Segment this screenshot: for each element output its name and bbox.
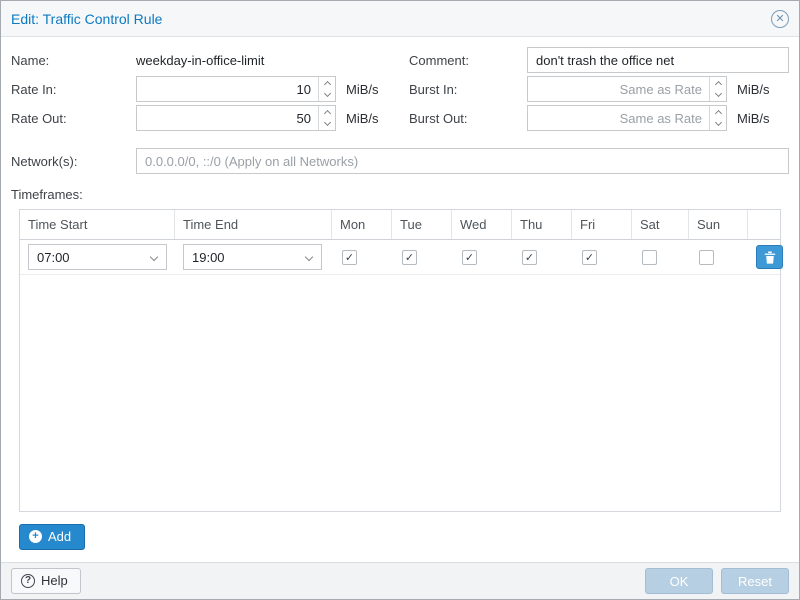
spinner-up-icon[interactable] — [319, 106, 335, 118]
thu-checkbox[interactable] — [522, 250, 537, 265]
sun-checkbox[interactable] — [699, 250, 714, 265]
reset-button[interactable]: Reset — [721, 568, 789, 594]
add-button[interactable]: + Add — [19, 524, 85, 550]
header-thu[interactable]: Thu — [512, 210, 572, 239]
name-value: weekday-in-office-limit — [136, 53, 336, 68]
trash-icon — [764, 251, 776, 264]
time-end-value: 19:00 — [192, 250, 225, 265]
time-end-select[interactable]: 19:00 — [183, 244, 322, 270]
burst-in-label: Burst In: — [399, 82, 527, 97]
name-label: Name: — [11, 53, 136, 68]
spinner-up-icon[interactable] — [710, 77, 726, 89]
header-fri[interactable]: Fri — [572, 210, 632, 239]
spinner-down-icon[interactable] — [319, 89, 335, 101]
plus-icon: + — [29, 530, 42, 543]
question-icon: ? — [21, 574, 35, 588]
fri-cell — [572, 246, 632, 269]
networks-label: Network(s): — [11, 154, 136, 169]
rate-out-spinner — [318, 106, 335, 130]
rate-out-unit: MiB/s — [336, 111, 399, 126]
sun-cell — [689, 246, 748, 269]
add-button-label: Add — [48, 529, 71, 544]
rate-out-field — [136, 105, 336, 131]
header-sun[interactable]: Sun — [689, 210, 748, 239]
spinner-up-icon[interactable] — [319, 77, 335, 89]
fri-checkbox[interactable] — [582, 250, 597, 265]
timeframes-table: Time Start Time End Mon Tue Wed Thu Fri … — [19, 209, 781, 512]
burst-out-group: MiB/s — [527, 105, 789, 131]
ok-button[interactable]: OK — [645, 568, 713, 594]
chevron-down-icon — [150, 253, 158, 261]
dialog-title: Edit: Traffic Control Rule — [11, 11, 162, 27]
help-button[interactable]: ? Help — [11, 568, 81, 594]
rate-out-label: Rate Out: — [11, 111, 136, 126]
sat-checkbox[interactable] — [642, 250, 657, 265]
spinner-up-icon[interactable] — [710, 106, 726, 118]
spinner-down-icon[interactable] — [319, 118, 335, 130]
header-time-end[interactable]: Time End — [175, 210, 332, 239]
networks-input[interactable] — [136, 148, 789, 174]
form-row-networks: Network(s): — [11, 148, 789, 174]
form-row-rate-in: Rate In: MiB/s Burst In: MiB/s — [11, 76, 789, 102]
burst-in-group: MiB/s — [527, 76, 789, 102]
header-sat[interactable]: Sat — [632, 210, 689, 239]
wed-cell — [452, 246, 512, 269]
delete-row-button[interactable] — [756, 245, 783, 269]
tue-checkbox[interactable] — [402, 250, 417, 265]
rate-in-label: Rate In: — [11, 82, 136, 97]
burst-in-field — [527, 76, 727, 102]
dialog-header: Edit: Traffic Control Rule ✕ — [1, 1, 799, 37]
rate-in-unit: MiB/s — [336, 82, 399, 97]
rate-in-input[interactable] — [136, 76, 336, 102]
mon-cell — [332, 246, 392, 269]
form-row-rate-out: Rate Out: MiB/s Burst Out: MiB/s — [11, 105, 789, 131]
row-actions-cell — [748, 241, 791, 273]
dialog-footer: ? Help OK Reset — [1, 562, 799, 599]
header-tue[interactable]: Tue — [392, 210, 452, 239]
header-wed[interactable]: Wed — [452, 210, 512, 239]
timeframes-table-header: Time Start Time End Mon Tue Wed Thu Fri … — [20, 210, 780, 240]
time-start-select[interactable]: 07:00 — [28, 244, 167, 270]
burst-out-field — [527, 105, 727, 131]
spinner-down-icon[interactable] — [710, 89, 726, 101]
comment-label: Comment: — [399, 53, 527, 68]
wed-checkbox[interactable] — [462, 250, 477, 265]
time-start-value: 07:00 — [37, 250, 70, 265]
chevron-down-icon — [305, 253, 313, 261]
rate-in-spinner — [318, 77, 335, 101]
help-button-label: Help — [41, 573, 68, 588]
timeframes-label: Timeframes: — [11, 187, 789, 202]
time-start-cell: 07:00 — [20, 240, 175, 274]
form-row-name-comment: Name: weekday-in-office-limit Comment: — [11, 47, 789, 73]
burst-out-input[interactable] — [527, 105, 727, 131]
mon-checkbox[interactable] — [342, 250, 357, 265]
comment-input[interactable] — [527, 47, 789, 73]
edit-traffic-control-rule-dialog: Edit: Traffic Control Rule ✕ Name: weekd… — [0, 0, 800, 600]
burst-in-unit: MiB/s — [727, 82, 770, 97]
thu-cell — [512, 246, 572, 269]
rate-out-input[interactable] — [136, 105, 336, 131]
spinner-down-icon[interactable] — [710, 118, 726, 130]
burst-in-input[interactable] — [527, 76, 727, 102]
time-end-cell: 19:00 — [175, 240, 332, 274]
header-actions — [748, 210, 780, 239]
burst-out-spinner — [709, 106, 726, 130]
close-icon[interactable]: ✕ — [771, 10, 789, 28]
burst-out-label: Burst Out: — [399, 111, 527, 126]
header-time-start[interactable]: Time Start — [20, 210, 175, 239]
timeframe-row: 07:00 19:00 — [20, 240, 780, 275]
burst-out-unit: MiB/s — [727, 111, 770, 126]
tue-cell — [392, 246, 452, 269]
table-empty-area — [20, 275, 780, 511]
header-mon[interactable]: Mon — [332, 210, 392, 239]
rate-in-field — [136, 76, 336, 102]
sat-cell — [632, 246, 689, 269]
burst-in-spinner — [709, 77, 726, 101]
dialog-body: Name: weekday-in-office-limit Comment: R… — [1, 37, 799, 562]
